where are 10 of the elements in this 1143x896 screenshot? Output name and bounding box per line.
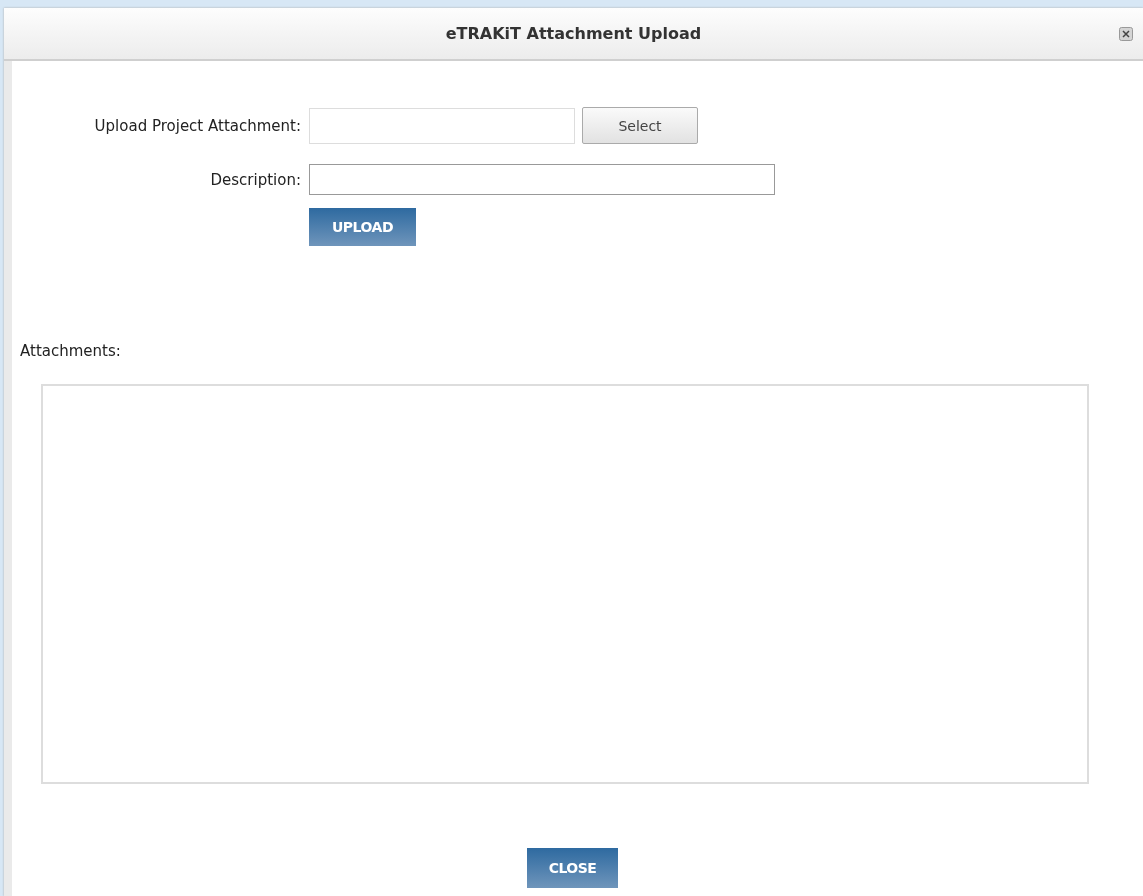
close-icon[interactable] xyxy=(1119,27,1133,41)
field-label: Description: xyxy=(209,170,301,189)
section-label: Attachments: xyxy=(20,342,122,360)
window-title: eTRAKiT Attachment Upload xyxy=(445,24,702,43)
upload-button[interactable]: UPLOAD xyxy=(309,208,416,246)
close-button[interactable]: CLOSE xyxy=(527,848,618,888)
select-button[interactable]: Select xyxy=(582,107,698,144)
file-field[interactable] xyxy=(309,107,575,144)
field-label: Upload Project Attachment: xyxy=(93,116,301,135)
description-field[interactable] xyxy=(309,164,775,195)
